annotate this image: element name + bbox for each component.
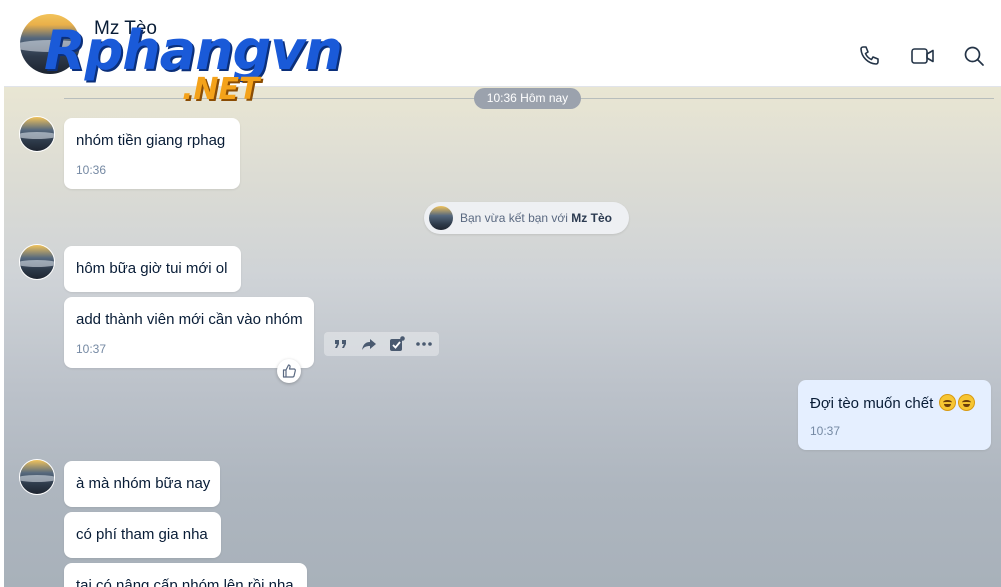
message-text: add thành viên mới cần vào nhóm (76, 311, 303, 328)
friend-added-notice: Bạn vừa kết bạn với Mz Tèo (424, 202, 629, 234)
message-actions-bar (324, 332, 439, 356)
share-icon[interactable] (360, 335, 378, 353)
message-bubble[interactable]: có phí tham gia nha (64, 512, 221, 558)
message-text: hôm bữa giờ tui mới ol (76, 260, 228, 277)
message-text: à mà nhóm bữa nay (76, 475, 211, 492)
sender-avatar[interactable] (19, 116, 55, 152)
phone-icon[interactable] (858, 44, 882, 68)
message-bubble[interactable]: à mà nhóm bữa nay (64, 461, 220, 507)
message-bubble[interactable]: tại có nâng cấp nhóm lên rồi nha (64, 563, 307, 587)
more-icon[interactable] (415, 335, 433, 353)
my-message-bubble[interactable]: Đợi tèo muốn chết 10:37 (798, 380, 991, 450)
laughing-emoji-icon (958, 394, 976, 411)
date-divider: 10:36 Hôm nay (474, 88, 581, 109)
message-time: 10:36 (76, 163, 107, 177)
chat-area[interactable]: 10:36 Hôm nay nhóm tiền giang rphag 10:3… (4, 87, 1001, 587)
sender-avatar[interactable] (19, 459, 55, 495)
laughing-emoji-icon (939, 394, 957, 411)
message-text: tại có nâng cấp nhóm lên rồi nha (76, 577, 294, 587)
mark-done-icon[interactable] (388, 335, 406, 353)
video-call-icon[interactable] (910, 44, 936, 68)
message-time: 10:37 (76, 342, 107, 356)
quote-icon[interactable] (332, 335, 350, 353)
notice-text: Bạn vừa kết bạn với Mz Tèo (460, 211, 612, 225)
message-time: 10:37 (810, 424, 841, 438)
message-text: có phí tham gia nha (76, 526, 208, 543)
contact-name[interactable]: Mz Tèo (94, 18, 157, 40)
thumbs-up-icon[interactable] (277, 359, 301, 383)
contact-avatar[interactable] (20, 14, 80, 74)
message-text: Đợi tèo muốn chết (810, 394, 976, 412)
message-bubble[interactable]: add thành viên mới cần vào nhóm 10:37 (64, 297, 314, 368)
message-bubble[interactable]: nhóm tiền giang rphag 10:36 (64, 118, 240, 189)
chat-header: Mz Tèo (4, 4, 1001, 87)
notice-avatar (429, 206, 453, 230)
search-icon[interactable] (962, 44, 986, 68)
message-bubble[interactable]: hôm bữa giờ tui mới ol (64, 246, 241, 292)
message-text: nhóm tiền giang rphag (76, 132, 226, 149)
sender-avatar[interactable] (19, 244, 55, 280)
